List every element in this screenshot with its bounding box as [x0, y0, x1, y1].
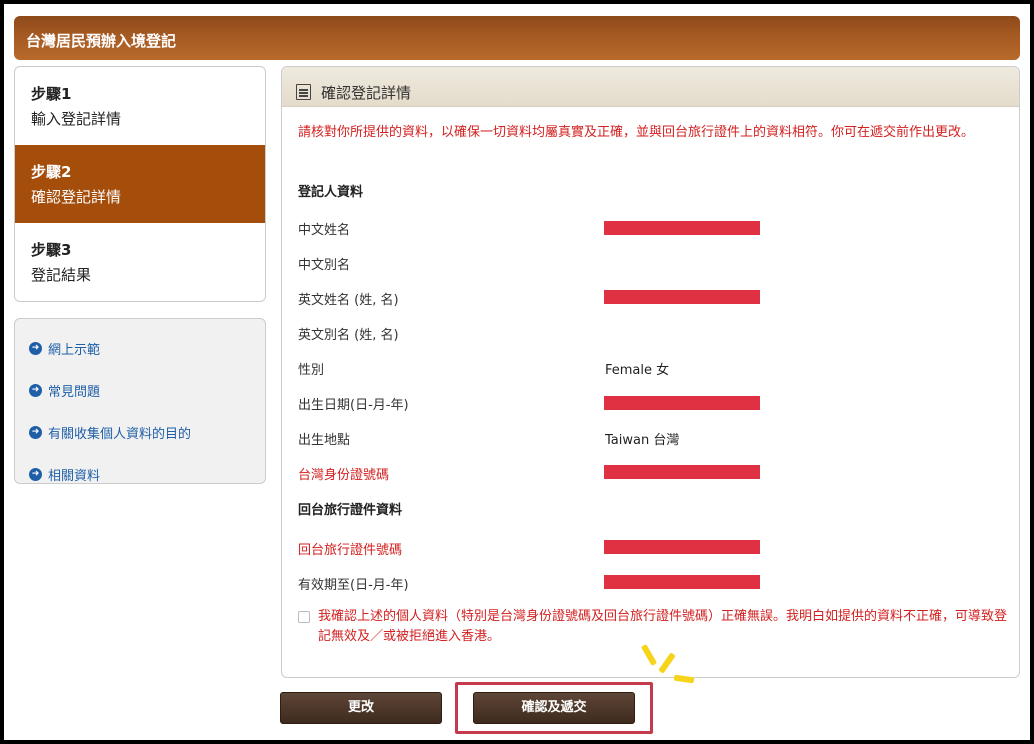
verify-notice: 請核對你所提供的資料，以確保一切資料均屬真實及正確，並與回台旅行證件上的資料相符…: [298, 125, 975, 140]
arrow-right-circle-icon: ➜: [29, 425, 42, 439]
redacted-value: [604, 465, 760, 479]
redacted-value: [604, 575, 760, 589]
arrow-right-circle-icon: ➜: [29, 383, 42, 397]
step-2-active: 步驟2 確認登記詳情: [15, 145, 265, 223]
arrow-right-circle-icon: ➜: [29, 341, 42, 355]
field-label-travel-doc-number: 回台旅行證件號碼: [298, 543, 403, 558]
arrow-right-circle-icon: ➜: [29, 467, 42, 481]
confirm-text: 我確認上述的個人資料（特別是台灣身份證號碼及回台旅行證件號碼）正確無誤。我明白如…: [318, 609, 1008, 644]
field-label-expiry-date: 有效期至(日-月-年): [298, 578, 409, 593]
link-label: 相關資料: [48, 468, 101, 484]
link-online-demo[interactable]: ➜ 網上示範: [29, 327, 265, 369]
field-label-date-of-birth: 出生日期(日-月-年): [298, 398, 409, 413]
link-related-info[interactable]: ➜ 相關資料: [29, 453, 265, 495]
step-number: 步驟2: [31, 163, 72, 181]
field-label-english-alias: 英文別名 (姓, 名): [298, 328, 399, 343]
step-label: 輸入登記詳情: [31, 110, 122, 128]
link-label: 有關收集個人資料的目的: [48, 426, 192, 442]
highlight-box: [455, 682, 653, 734]
field-label-chinese-alias: 中文別名: [298, 258, 351, 273]
redacted-value: [604, 221, 760, 235]
page-title: 台灣居民預辦入境登記: [26, 32, 177, 50]
step-number: 步驟3: [31, 241, 72, 259]
link-label: 網上示範: [48, 342, 101, 358]
help-links-panel: ➜ 網上示範 ➜ 常見問題 ➜ 有關收集個人資料的目的 ➜ 相關資料: [14, 318, 266, 484]
link-privacy-purpose[interactable]: ➜ 有關收集個人資料的目的: [29, 411, 265, 453]
page-header: 台灣居民預辦入境登記: [14, 16, 1020, 60]
document-list-icon: [296, 84, 311, 100]
section-registrant-info: 登記人資料: [298, 185, 364, 200]
confirm-details-panel: 確認登記詳情 請核對你所提供的資料，以確保一切資料均屬真實及正確，並與回台旅行證…: [281, 66, 1020, 678]
step-3: 步驟3 登記結果: [15, 223, 265, 301]
confirm-checkbox[interactable]: [298, 611, 310, 623]
field-label-taiwan-id: 台灣身份證號碼: [298, 468, 390, 483]
panel-title: 確認登記詳情: [321, 83, 412, 102]
step-number: 步驟1: [31, 85, 72, 103]
redacted-value: [604, 290, 760, 304]
link-faq[interactable]: ➜ 常見問題: [29, 369, 265, 411]
steps-panel: 步驟1 輸入登記詳情 步驟2 確認登記詳情 步驟3 登記結果: [14, 66, 266, 302]
field-label-place-of-birth: 出生地點: [298, 433, 351, 448]
redacted-value: [604, 540, 760, 554]
field-value-gender: Female 女: [605, 363, 670, 378]
modify-button[interactable]: 更改: [280, 692, 442, 724]
field-label-english-name: 英文姓名 (姓, 名): [298, 293, 399, 308]
field-label-gender: 性別: [298, 363, 325, 378]
step-label: 確認登記詳情: [31, 188, 122, 206]
step-1: 步驟1 輸入登記詳情: [15, 67, 265, 145]
field-label-chinese-name: 中文姓名: [298, 223, 351, 238]
link-label: 常見問題: [48, 384, 101, 400]
redacted-value: [604, 396, 760, 410]
page-frame: 台灣居民預辦入境登記 步驟1 輸入登記詳情 步驟2 確認登記詳情 步驟3 登記結…: [4, 4, 1030, 740]
step-label: 登記結果: [31, 266, 92, 284]
section-travel-document: 回台旅行證件資料: [298, 503, 403, 518]
confirmation-declaration: 我確認上述的個人資料（特別是台灣身份證號碼及回台旅行證件號碼）正確無誤。我明白如…: [298, 607, 1010, 647]
field-value-place-of-birth: Taiwan 台灣: [605, 433, 680, 448]
panel-header: 確認登記詳情: [282, 67, 1019, 107]
